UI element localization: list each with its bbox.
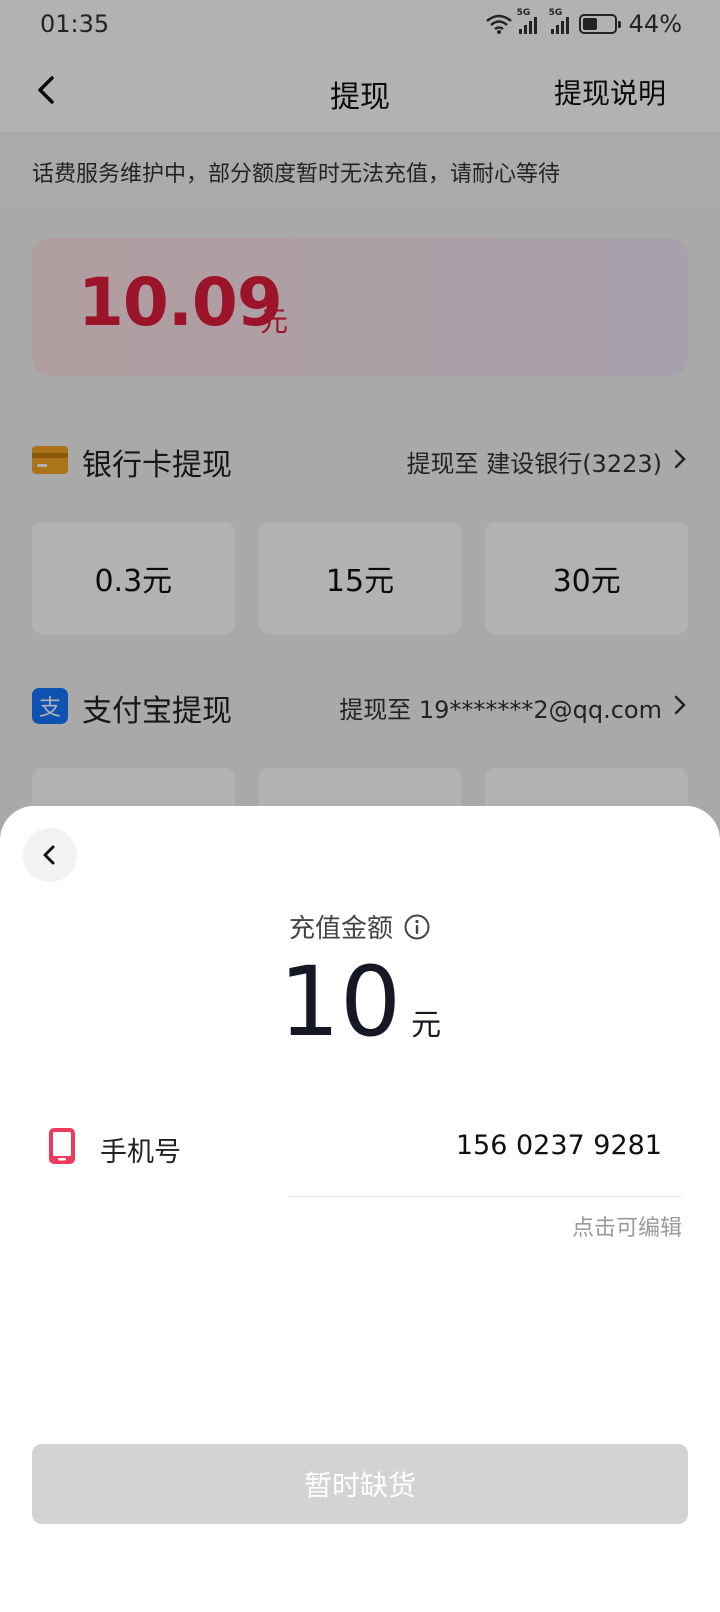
charge-unit: 元 bbox=[411, 1008, 442, 1043]
charge-amount-label: 充值金额 bbox=[288, 914, 393, 944]
recharge-sheet: 充值金额 10 元 手机号 156 0237 9281 点击可编辑 暂时缺货 bbox=[0, 806, 720, 1612]
info-icon[interactable] bbox=[403, 913, 431, 941]
phone-label: 手机号 bbox=[100, 1137, 181, 1168]
edit-hint: 点击可编辑 bbox=[571, 1216, 682, 1241]
phone-icon bbox=[49, 1128, 75, 1164]
out-of-stock-button[interactable]: 暂时缺货 bbox=[32, 1444, 688, 1524]
charge-amount: 10 bbox=[278, 946, 402, 1058]
divider bbox=[288, 1196, 682, 1197]
back-arrow-icon bbox=[43, 845, 55, 865]
phone-row[interactable]: 手机号 156 0237 9281 bbox=[46, 1122, 662, 1172]
sheet-back-button[interactable] bbox=[23, 828, 77, 882]
phone-number-field[interactable]: 156 0237 9281 bbox=[456, 1130, 662, 1161]
charge-amount-row: 10 元 bbox=[0, 946, 720, 1058]
charge-label-row: 充值金额 bbox=[0, 908, 720, 945]
